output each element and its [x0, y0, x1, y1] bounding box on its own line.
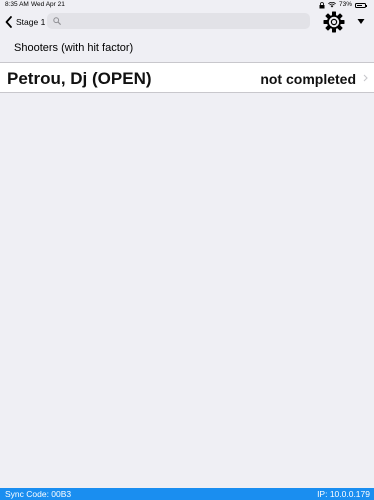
battery-percent: 73%: [338, 1, 352, 8]
search-input[interactable]: [64, 15, 310, 27]
screen-lock-icon: [319, 1, 325, 8]
status-footer: Sync Code: 00B3 IP: 10.0.0.179: [0, 488, 374, 500]
dropdown-triangle-icon[interactable]: [356, 16, 366, 26]
gear-icon[interactable]: [323, 11, 345, 33]
battery-icon: [355, 2, 367, 8]
search-icon: [53, 17, 61, 25]
search-bar[interactable]: [47, 13, 310, 29]
status-date: Wed Apr 21: [31, 1, 65, 8]
section-header: Shooters (with hit factor): [0, 34, 374, 63]
section-title: Shooters (with hit factor): [14, 42, 134, 54]
back-button[interactable]: Stage 1: [4, 13, 45, 31]
chevron-left-icon: [5, 16, 12, 28]
chevron-right-icon: [363, 74, 368, 82]
wifi-icon: [328, 2, 336, 8]
status-time: 8:35 AM: [5, 1, 29, 8]
ip-address: IP: 10.0.0.179: [317, 489, 370, 499]
sync-code: Sync Code: 00B3: [5, 489, 72, 499]
navigation-bar: Stage 1: [0, 10, 374, 34]
battery-fill: [357, 4, 362, 6]
status-indicators: 73%: [319, 0, 367, 10]
shooter-status: not completed: [260, 71, 356, 87]
shooter-row[interactable]: Petrou, Dj (OPEN) not completed: [0, 63, 374, 93]
back-button-label: Stage 1: [16, 17, 46, 27]
status-bar: 8:35 AM Wed Apr 21 73%: [0, 0, 374, 10]
shooter-name: Petrou, Dj (OPEN): [7, 69, 152, 88]
